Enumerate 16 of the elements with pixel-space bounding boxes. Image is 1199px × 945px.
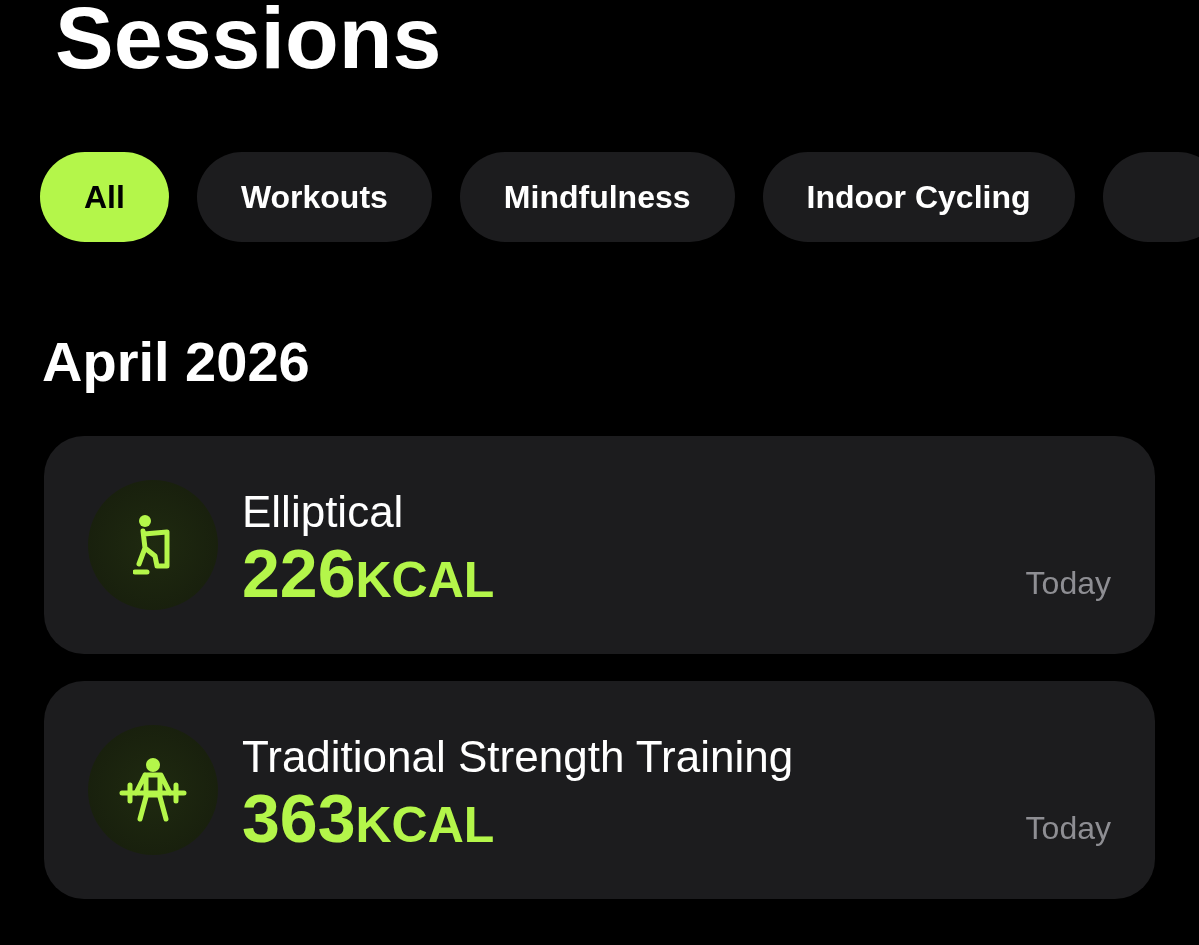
filter-chip[interactable]: Mindfulness	[459, 152, 735, 242]
calories-value: 363KCAL	[242, 783, 495, 852]
activity-name: Traditional Strength Training	[242, 730, 794, 783]
session-date: Today	[1025, 563, 1111, 603]
elliptical-trainer-icon	[133, 514, 173, 576]
activity-name: Elliptical	[242, 485, 404, 538]
filter-chip[interactable]: All	[40, 152, 169, 242]
filter-chip[interactable]: Indoor Cycling	[762, 152, 1075, 242]
filter-chip[interactable]: Workouts	[196, 152, 432, 242]
session-date: Today	[1025, 808, 1111, 848]
session-card[interactable]: Elliptical 226KCAL Today	[44, 436, 1155, 654]
session-card[interactable]: Traditional Strength Training 363KCAL Today	[44, 681, 1155, 899]
weightlifter-icon	[118, 757, 188, 823]
page-title: Sessions	[55, 0, 442, 82]
calories-value: 226KCAL	[242, 538, 495, 607]
filter-chip[interactable]	[1102, 152, 1199, 242]
